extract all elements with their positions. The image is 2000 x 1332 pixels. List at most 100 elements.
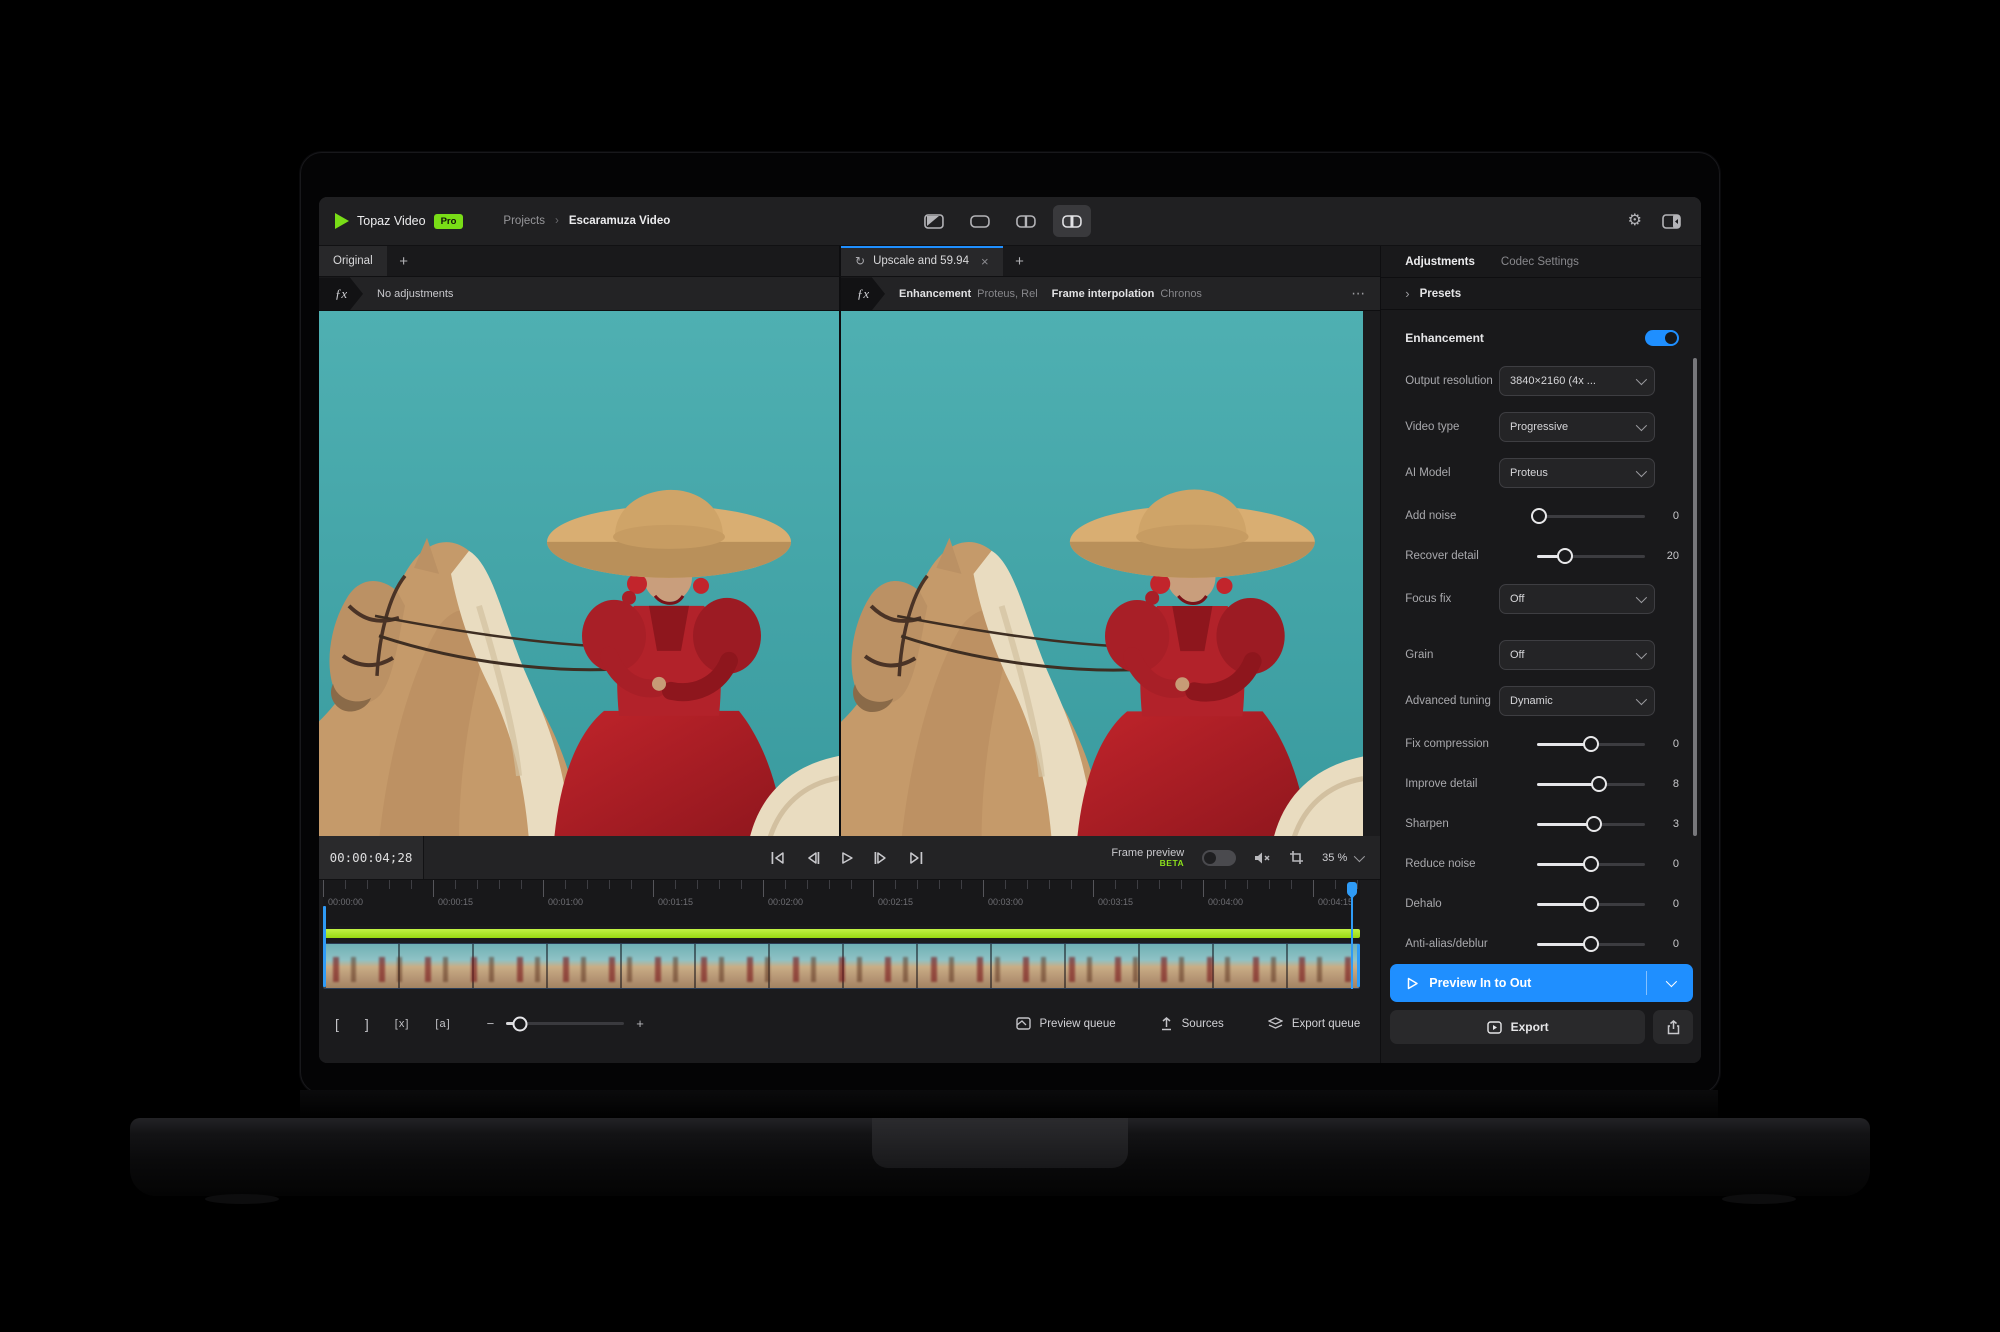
enhanced-video-preview[interactable] — [841, 311, 1363, 836]
slider-knob[interactable] — [1583, 736, 1599, 752]
filter-frame-interpolation[interactable]: Frame interpolation Chronos — [1052, 288, 1202, 300]
export-button[interactable]: Export — [1390, 1010, 1645, 1044]
adjust-label: Anti-alias/deblur — [1405, 938, 1537, 950]
clear-in-out-button[interactable]: [x] — [395, 1018, 410, 1030]
dropdown-value: Off — [1510, 593, 1636, 605]
enhancement-label: Enhancement — [1405, 331, 1484, 345]
toggle-knob — [1665, 332, 1677, 344]
dropdown-advanced-tuning[interactable]: Dynamic — [1499, 686, 1655, 716]
laptop-lid-notch — [872, 1118, 1128, 1168]
slider-sharpen[interactable] — [1537, 817, 1645, 831]
breadcrumb-projects[interactable]: Projects — [503, 215, 545, 227]
sidebar-footer: Preview In to Out Export — [1381, 964, 1701, 1063]
enhanced-video-frame — [841, 311, 1363, 836]
crop-icon[interactable] — [1289, 850, 1304, 865]
mute-audio-icon[interactable] — [1254, 851, 1271, 865]
original-video-preview[interactable] — [319, 311, 839, 836]
view-mode-side-by-side-button[interactable] — [1053, 205, 1091, 237]
timeline-zoom-in-button[interactable]: + — [636, 1016, 644, 1031]
zoom-level-value: 35 % — [1322, 852, 1347, 864]
left-add-tab-button[interactable]: + — [387, 246, 421, 276]
tab-original[interactable]: Original — [319, 246, 387, 276]
timeline-zoom-knob[interactable] — [513, 1016, 528, 1031]
slider-knob[interactable] — [1583, 856, 1599, 872]
dropdown-focus-fix[interactable]: Off — [1499, 584, 1655, 614]
presets-section[interactable]: › Presets — [1381, 278, 1701, 310]
slider-reduce-noise[interactable] — [1537, 857, 1645, 871]
dropdown-grain[interactable]: Off — [1499, 640, 1655, 670]
set-out-point-button[interactable]: ] — [365, 1016, 369, 1032]
tab-adjustments[interactable]: Adjustments — [1405, 256, 1475, 268]
previous-frame-button[interactable] — [805, 851, 821, 865]
ruler-tick: 00:01:00 — [543, 880, 544, 897]
tab-original-label: Original — [333, 255, 373, 267]
filter-enhancement-name: Enhancement — [899, 288, 971, 300]
sidebar-scrollbar[interactable] — [1693, 358, 1697, 836]
slider-fill — [1537, 783, 1599, 786]
in-point-marker[interactable] — [323, 906, 326, 987]
adjust-label: Advanced tuning — [1405, 695, 1499, 707]
slider-knob[interactable] — [1557, 548, 1573, 564]
slider-improve-detail[interactable] — [1537, 777, 1645, 791]
skip-to-start-button[interactable] — [770, 851, 786, 865]
view-mode-single-button[interactable] — [961, 205, 999, 237]
skip-to-end-button[interactable] — [908, 851, 924, 865]
frame-preview-toggle[interactable] — [1202, 850, 1236, 866]
more-options-icon[interactable]: ⋯ — [1351, 285, 1366, 302]
chevron-down-icon — [1636, 420, 1647, 431]
slider-fix-compression[interactable] — [1537, 737, 1645, 751]
enhancement-toggle[interactable] — [1645, 330, 1679, 346]
chevron-down-icon — [1636, 648, 1647, 659]
tab-codec-settings[interactable]: Codec Settings — [1501, 256, 1579, 268]
filter-frame-interpolation-detail: Chronos — [1160, 288, 1202, 300]
next-frame-button[interactable] — [873, 851, 889, 865]
top-bar: Topaz Video Pro Projects › Escaramuza Vi… — [319, 197, 1701, 246]
slider-dehalo[interactable] — [1537, 897, 1645, 911]
adjustments-panel: Enhancement Output resolution3840×2160 (… — [1381, 310, 1701, 964]
zoom-level-select[interactable]: 35 % — [1322, 852, 1362, 864]
play-icon — [840, 851, 854, 865]
out-point-marker[interactable] — [1357, 944, 1360, 987]
filter-enhancement[interactable]: Enhancement Proteus, Rel — [899, 288, 1038, 300]
dropdown-video-type[interactable]: Progressive — [1499, 412, 1655, 442]
adjust-row-video-type: Video typeProgressive — [1405, 404, 1679, 450]
timeline-zoom-out-button[interactable]: − — [487, 1016, 495, 1031]
playhead-handle[interactable] — [1347, 882, 1357, 896]
slider-add-noise[interactable] — [1537, 509, 1645, 523]
slider-knob[interactable] — [1586, 816, 1602, 832]
fx-icon[interactable]: ƒx — [319, 277, 363, 310]
right-add-tab-button[interactable]: + — [1003, 246, 1037, 276]
filmstrip[interactable] — [323, 943, 1360, 989]
view-mode-split-diagonal-button[interactable] — [915, 205, 953, 237]
slider-recover-detail[interactable] — [1537, 549, 1645, 563]
slider-value: 3 — [1653, 818, 1679, 830]
preview-in-to-out-button[interactable]: Preview In to Out — [1390, 964, 1693, 1002]
dropdown-ai-model[interactable]: Proteus — [1499, 458, 1655, 488]
preview-queue-button[interactable]: Preview queue — [1016, 1017, 1116, 1030]
playhead[interactable] — [1351, 882, 1353, 989]
slider-anti-alias-deblur[interactable] — [1537, 937, 1645, 951]
fx-icon[interactable]: ƒx — [841, 277, 885, 310]
tab-upscale[interactable]: ↻ Upscale and 59.94 × — [841, 246, 1003, 276]
view-mode-split-button[interactable] — [1007, 205, 1045, 237]
set-in-point-button[interactable]: [ — [335, 1016, 339, 1032]
timeline: 00:00:0000:00:1500:01:0000:01:1500:02:00… — [319, 880, 1380, 991]
select-range-button[interactable]: [a] — [435, 1018, 450, 1030]
pro-badge: Pro — [434, 214, 464, 229]
close-tab-icon[interactable]: × — [981, 254, 989, 269]
sources-button[interactable]: Sources — [1160, 1017, 1224, 1031]
play-button[interactable] — [840, 851, 854, 865]
dropdown-output-resolution[interactable]: 3840×2160 (4x ... — [1499, 366, 1655, 396]
slider-knob[interactable] — [1531, 508, 1547, 524]
slider-knob[interactable] — [1591, 776, 1607, 792]
slider-knob[interactable] — [1583, 936, 1599, 952]
slider-knob[interactable] — [1583, 896, 1599, 912]
settings-gear-icon[interactable]: ⚙ — [1628, 213, 1642, 229]
ruler-tick-label: 00:02:15 — [878, 897, 913, 907]
timeline-zoom-track[interactable] — [506, 1022, 624, 1025]
toggle-right-panel-icon[interactable] — [1662, 214, 1681, 229]
share-button[interactable] — [1653, 1010, 1693, 1044]
timeline-ruler[interactable]: 00:00:0000:00:1500:01:0000:01:1500:02:00… — [323, 880, 1360, 926]
export-queue-button[interactable]: Export queue — [1268, 1017, 1360, 1031]
left-pane-tabs: Original + — [319, 246, 839, 276]
